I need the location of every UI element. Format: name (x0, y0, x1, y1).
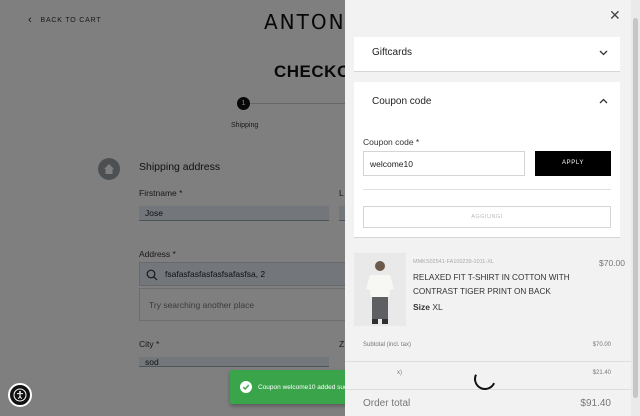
apply-button[interactable]: APPLY (535, 151, 611, 176)
accessibility-button[interactable] (8, 383, 32, 407)
size-value: XL (432, 302, 443, 312)
product-image[interactable] (354, 253, 406, 326)
subtotal-row: Subtotal (incl. tax) $70.00 (363, 342, 611, 348)
order-total-value: $91.40 (580, 398, 611, 409)
coupon-code-label: Coupon code * (363, 137, 420, 147)
cart-item: MMKS02541-FA100239-1011-XL $70.00 RELAXE… (345, 240, 640, 336)
order-total-row: Order total $91.40 (363, 398, 611, 409)
tax-value: $21.40 (592, 370, 611, 376)
subtotal-value: $70.00 (592, 342, 611, 348)
scrollbar-thumb[interactable] (633, 18, 638, 398)
order-total-label: Order total (363, 398, 411, 409)
check-circle-icon (240, 381, 252, 393)
product-sku: MMKS02541-FA100239-1011-XL (413, 259, 494, 265)
close-icon[interactable]: ✕ (609, 7, 621, 24)
modal-overlay[interactable] (0, 0, 345, 416)
aggiungi-button[interactable]: AGGIUNGI (363, 206, 611, 228)
giftcards-accordion[interactable]: Giftcards (354, 37, 620, 72)
cart-drawer: ✕ Giftcards Coupon code Coupon code * we… (345, 0, 640, 416)
summary-divider (345, 389, 640, 390)
size-label: Size (413, 302, 431, 312)
divider (363, 189, 611, 190)
scrollbar[interactable] (631, 0, 640, 416)
chevron-down-icon (599, 48, 608, 59)
tax-label: x) (397, 370, 402, 376)
giftcards-title: Giftcards (372, 47, 413, 58)
subtotal-label: Subtotal (incl. tax) (363, 342, 412, 348)
accessibility-icon (13, 388, 27, 402)
coupon-title[interactable]: Coupon code (372, 96, 432, 107)
coupon-code-input[interactable]: welcome10 (363, 151, 525, 176)
chevron-up-icon[interactable] (599, 97, 608, 108)
product-price: $70.00 (599, 258, 625, 268)
product-size: Size XL (413, 302, 443, 312)
summary-divider (345, 361, 640, 362)
product-name[interactable]: RELAXED FIT T-SHIRT IN COTTON WITH CONTR… (413, 271, 573, 299)
